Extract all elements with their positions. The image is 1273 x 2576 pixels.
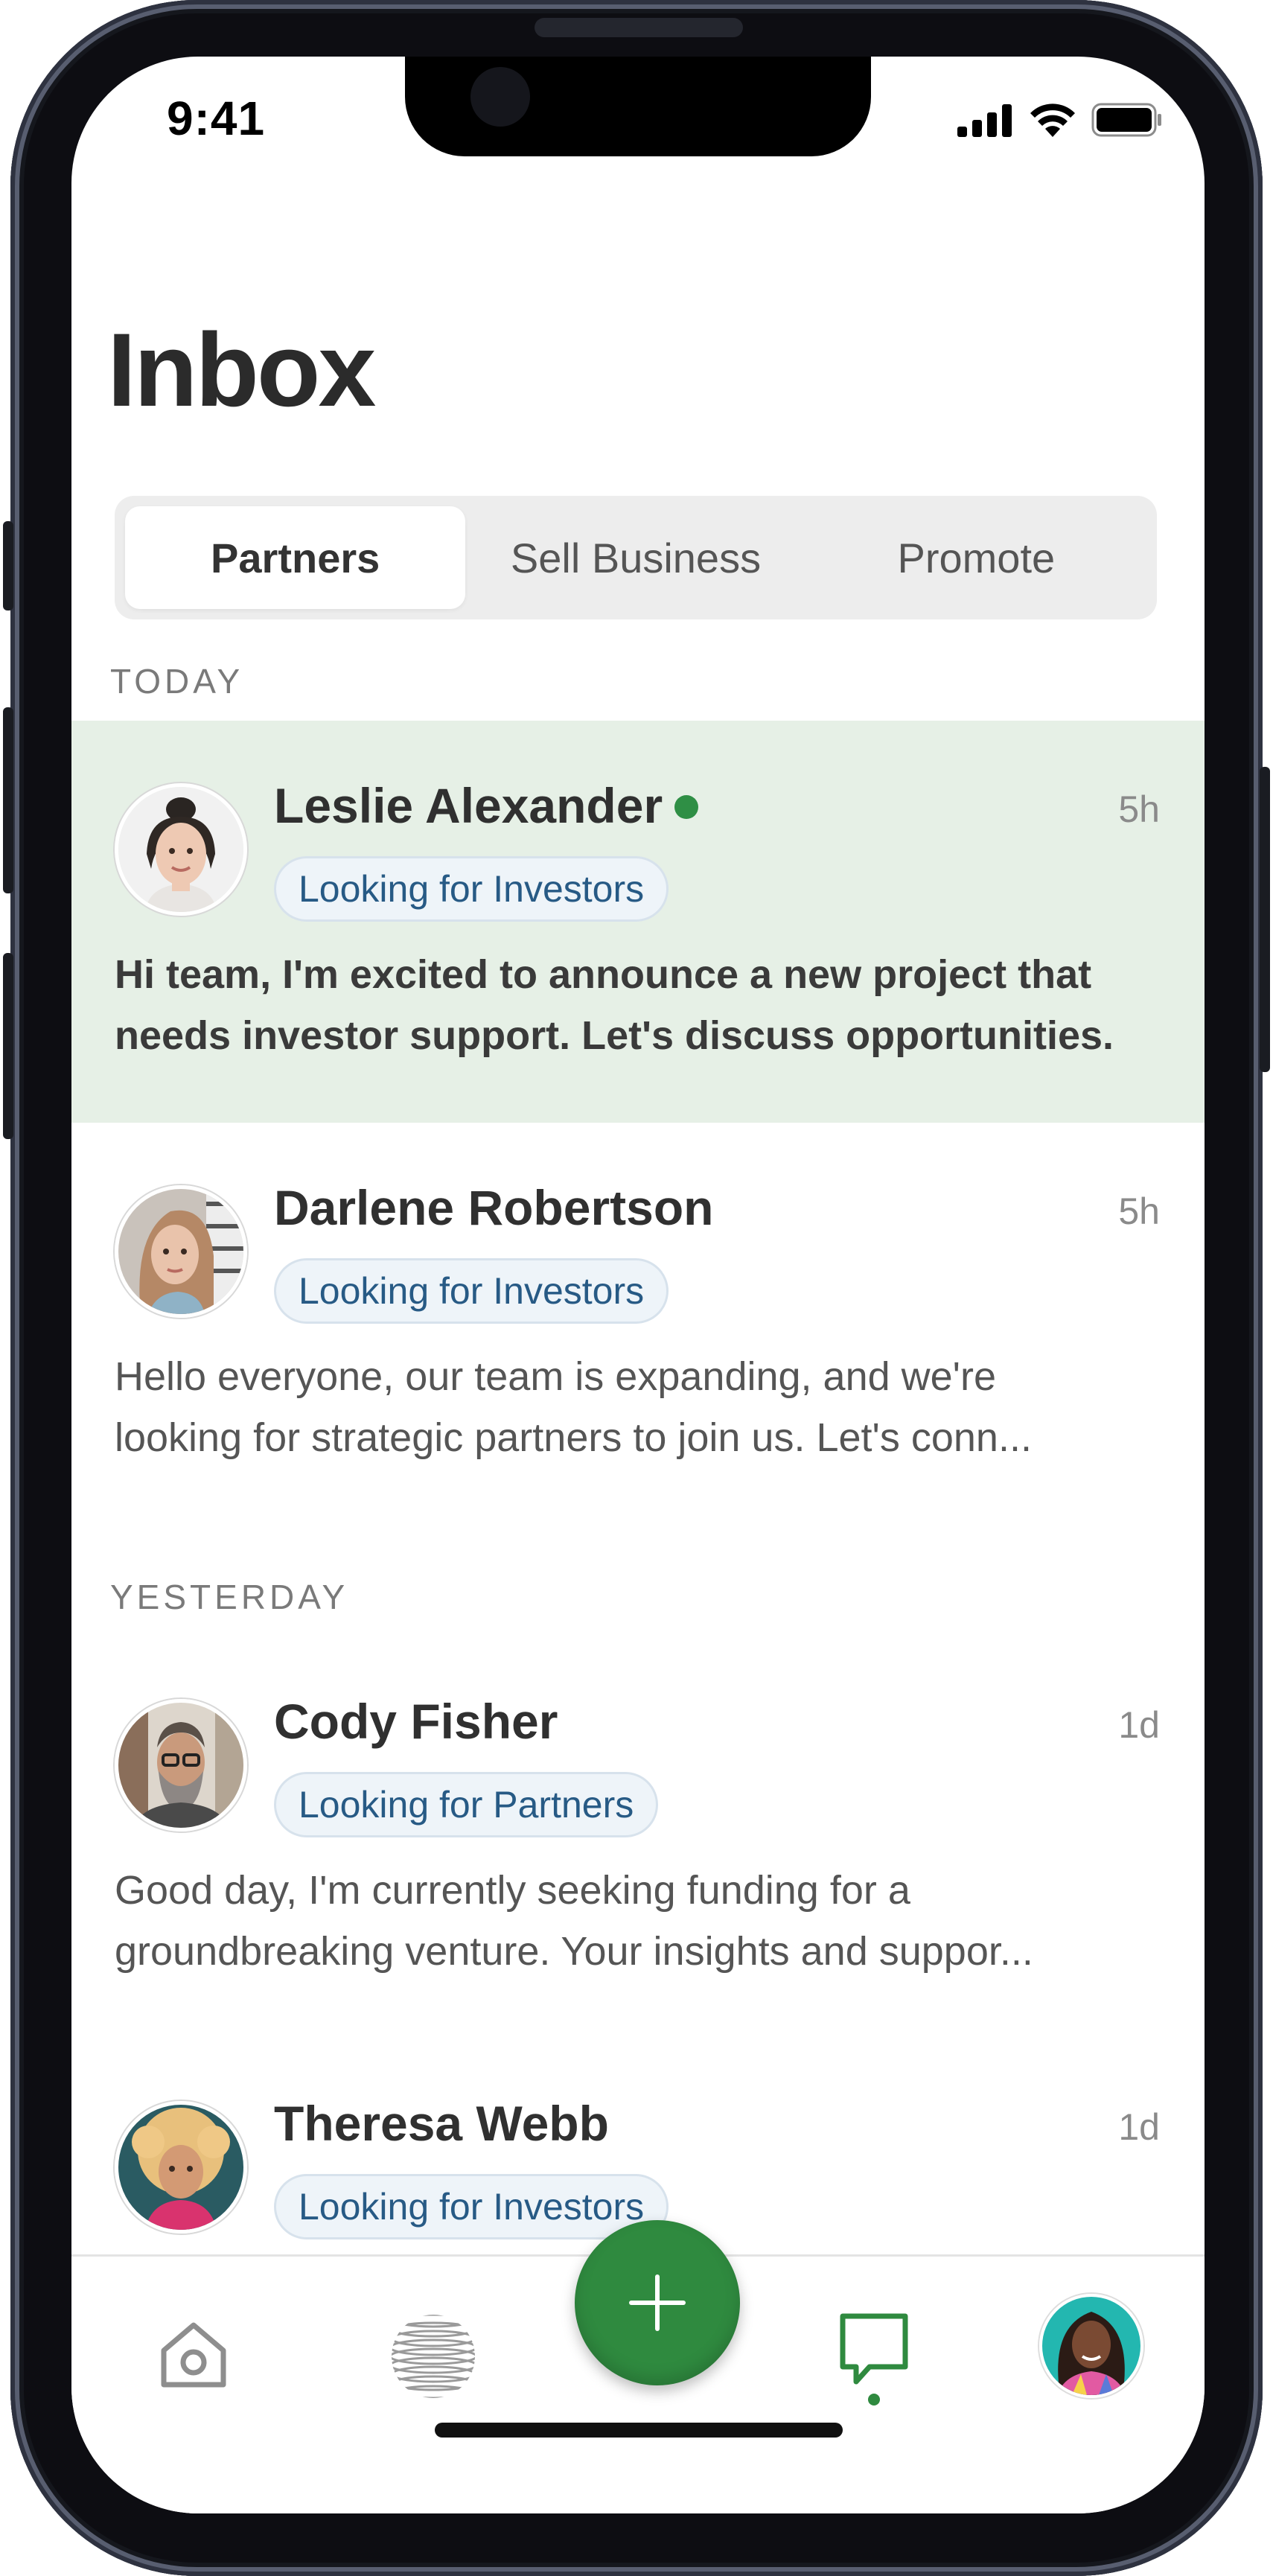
tag-badge: Looking for Investors (274, 1258, 669, 1324)
online-status-dot (674, 795, 698, 819)
segmented-control: Partners Sell Business Promote (115, 496, 1157, 619)
message-time: 5h (1118, 788, 1160, 830)
sender-name: Leslie Alexander (274, 778, 663, 833)
tag-badge: Looking for Partners (274, 1772, 659, 1837)
screen: 9:41 Inbox Partners Sell Business Promot… (71, 57, 1205, 2513)
section-label-today: TODAY (110, 662, 244, 701)
segment-partners[interactable]: Partners (125, 506, 466, 609)
sender-name: Darlene Robertson (274, 1180, 714, 1235)
tag-badge: Looking for Investors (274, 2174, 669, 2239)
earpiece-speaker (535, 18, 743, 37)
home-icon (161, 2322, 226, 2388)
avatar (115, 783, 247, 916)
tab-messages[interactable] (837, 2310, 911, 2411)
notch (405, 57, 871, 156)
preview-line: needs investor support. Let's discuss op… (115, 1013, 1114, 1058)
preview-line: looking for strategic partners to join u… (115, 1415, 1032, 1460)
avatar (115, 1185, 247, 1318)
wifi-icon (1030, 103, 1075, 137)
avatar (115, 2101, 247, 2234)
sender-name: Cody Fisher (274, 1694, 558, 1749)
avatar (115, 1699, 247, 1831)
message-preview: Hi team, I'm excited to announce a new p… (115, 944, 1164, 1066)
segment-sell-business[interactable]: Sell Business (465, 506, 805, 609)
tab-home[interactable] (155, 2316, 232, 2397)
message-row[interactable]: Leslie Alexander 5h Looking for Investor… (71, 721, 1205, 1123)
volume-down-button (3, 953, 13, 1139)
message-time: 1d (1118, 1704, 1160, 1746)
tab-globe[interactable] (390, 2313, 476, 2403)
message-preview: Good day, I'm currently seeking funding … (115, 1860, 1164, 1982)
message-row[interactable]: Darlene Robertson 5h Looking for Investo… (71, 1123, 1205, 1525)
chat-bubble-icon (840, 2313, 908, 2406)
message-row[interactable]: Cody Fisher 1d Looking for Partners Good… (71, 1636, 1205, 2038)
segment-promote[interactable]: Promote (806, 506, 1146, 609)
message-time: 1d (1118, 2106, 1160, 2148)
message-time: 5h (1118, 1190, 1160, 1232)
page-title: Inbox (107, 311, 376, 428)
preview-line: Hello everyone, our team is expanding, a… (115, 1354, 996, 1399)
tag-badge: Looking for Investors (274, 856, 669, 922)
status-time: 9:41 (167, 92, 266, 145)
status-icons (957, 103, 1163, 137)
section-label-yesterday: YESTERDAY (110, 1578, 349, 1616)
battery-icon (1091, 103, 1161, 137)
cellular-signal-icon (957, 104, 1012, 137)
message-preview: Hello everyone, our team is expanding, a… (115, 1346, 1164, 1468)
preview-line: Good day, I'm currently seeking funding … (115, 1868, 910, 1913)
tab-profile[interactable] (1039, 2294, 1143, 2398)
power-button (1260, 767, 1270, 1072)
mute-switch (3, 521, 13, 610)
globe-icon (392, 2315, 475, 2398)
profile-avatar (1039, 2294, 1143, 2398)
sender-name: Theresa Webb (274, 2096, 609, 2151)
plus-icon (629, 2274, 686, 2331)
preview-line: Hi team, I'm excited to announce a new p… (115, 952, 1092, 997)
new-message-button[interactable] (575, 2220, 740, 2385)
front-camera (470, 67, 530, 127)
preview-line: groundbreaking venture. Your insights an… (115, 1929, 1033, 1974)
active-indicator-dot (868, 2394, 880, 2406)
volume-up-button (3, 707, 13, 893)
home-indicator (435, 2423, 843, 2438)
